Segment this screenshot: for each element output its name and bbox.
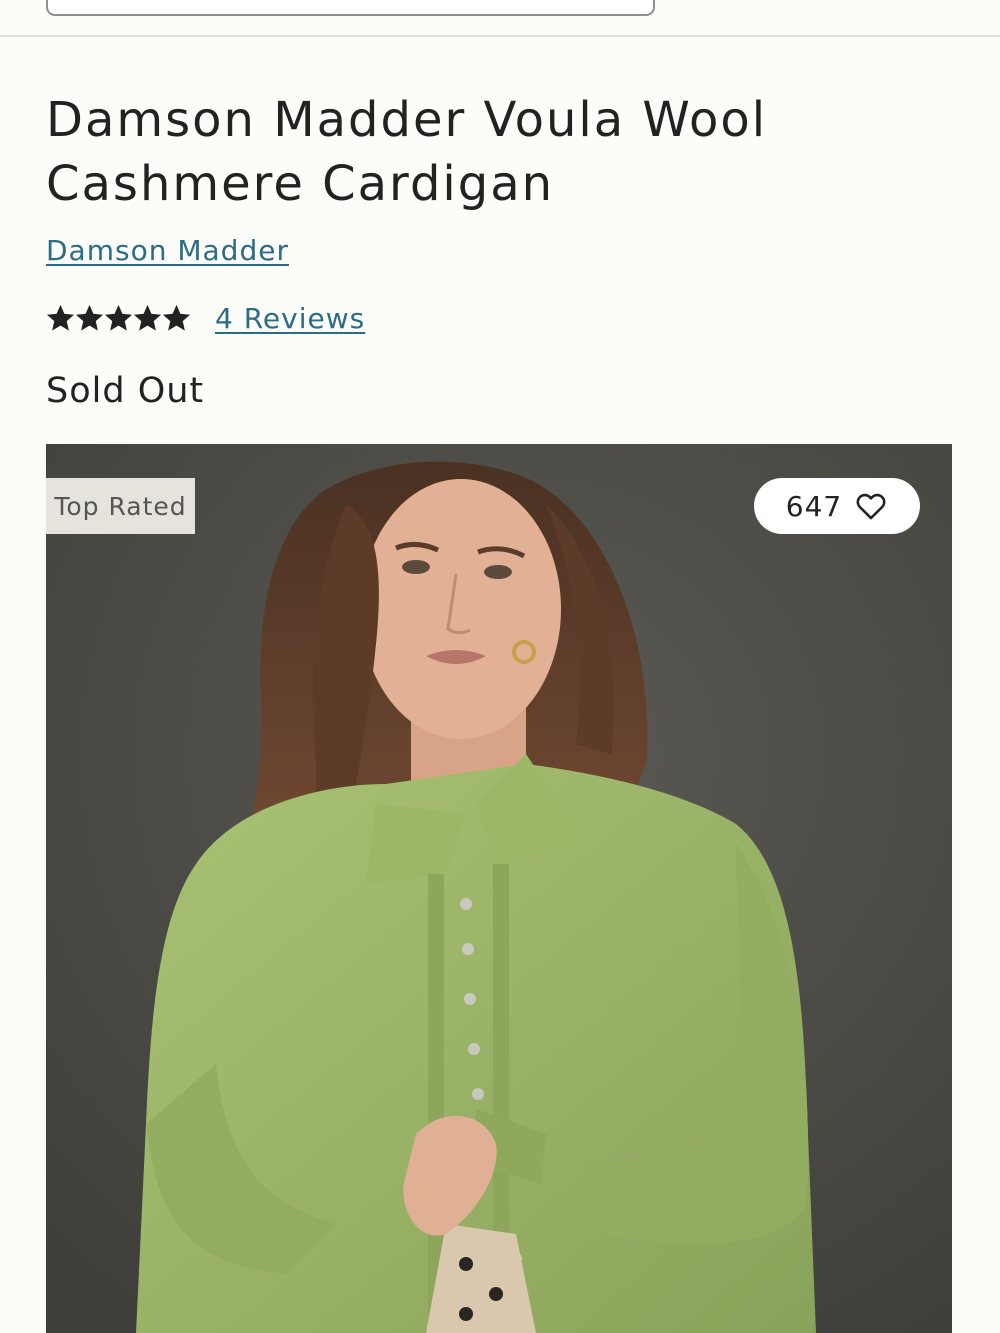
star-icon [75,304,104,331]
favorite-count: 647 [785,489,843,523]
rating-row: 4 Reviews [46,298,365,338]
product-image[interactable]: Top Rated 647 [46,444,952,1333]
header-divider [0,35,1000,37]
rating-stars [46,304,191,333]
brand-link[interactable]: Damson Madder [46,234,289,267]
heart-outline-icon [856,493,886,520]
reviews-link[interactable]: 4 Reviews [215,302,365,335]
star-icon [104,304,133,331]
product-title: Damson Madder Voula Wool Cashmere Cardig… [46,92,768,212]
favorite-button[interactable]: 647 [754,478,920,534]
star-icon [46,304,75,331]
stock-status: Sold Out [46,371,205,411]
star-icon [162,304,191,331]
search-field[interactable] [46,0,655,16]
product-photo [46,444,952,1333]
star-icon [133,304,162,331]
top-rated-badge: Top Rated [46,478,195,534]
